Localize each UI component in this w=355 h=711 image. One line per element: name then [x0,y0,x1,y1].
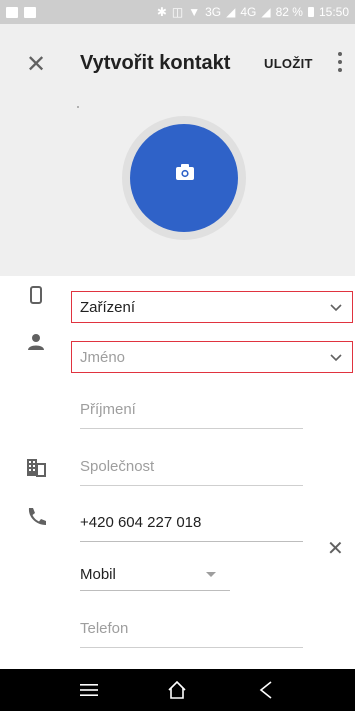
clock: 15:50 [318,5,349,19]
phone-field[interactable]: +420 604 227 018 [80,508,303,542]
decorative-dot [77,106,79,108]
image-notification-icon [6,6,18,18]
navigation-bar [0,669,355,711]
battery-icon [307,7,314,17]
last-name-field[interactable]: Příjmení [80,395,303,429]
contact-header: ✕ Vytvořit kontakt ULOŽIT [0,24,355,276]
save-button[interactable]: ULOŽIT [264,56,313,71]
chevron-down-icon [330,304,342,312]
close-icon[interactable]: ✕ [26,52,46,76]
phone-device-icon [30,286,42,304]
signal-icon-2: ◢ [261,5,271,19]
page-title: Vytvořit kontakt [80,52,231,74]
account-value: Zařízení [80,298,136,316]
battery-percent: 82 % [275,5,303,19]
first-name-placeholder: Jméno [80,348,126,366]
company-field[interactable]: Společnost [80,452,303,486]
notification-icons [6,6,36,18]
network-3g-label: 3G [205,5,222,19]
menu-icon[interactable] [79,680,99,700]
phone-type-select[interactable]: Mobil [80,563,230,591]
business-icon [27,459,46,477]
remove-phone-icon[interactable]: ✕ [327,538,344,558]
phone-icon [28,508,46,525]
file-notification-icon [24,6,36,18]
vibrate-icon: ◫ [171,5,184,19]
bluetooth-icon: ✱ [156,5,167,19]
phone-type-value: Mobil [80,566,116,583]
chevron-down-icon[interactable] [330,351,342,363]
phone2-field[interactable]: Telefon [80,614,303,648]
status-indicators: ✱ ◫ ▼ 3G ◢ 4G ◢ 82 % 15:50 [157,5,349,19]
first-name-field[interactable]: Jméno [71,341,353,373]
dropdown-arrow-icon [206,572,216,577]
home-icon[interactable] [167,680,187,700]
network-4g-label: 4G [240,5,257,19]
camera-icon [176,164,194,180]
wifi-icon: ▼ [188,5,201,19]
status-bar: ✱ ◫ ▼ 3G ◢ 4G ◢ 82 % 15:50 [0,0,355,24]
back-icon[interactable] [256,680,276,700]
more-vert-icon[interactable] [337,52,343,72]
signal-icon: ◢ [226,5,236,19]
account-selector[interactable]: Zařízení [71,291,353,323]
person-icon [28,334,44,350]
